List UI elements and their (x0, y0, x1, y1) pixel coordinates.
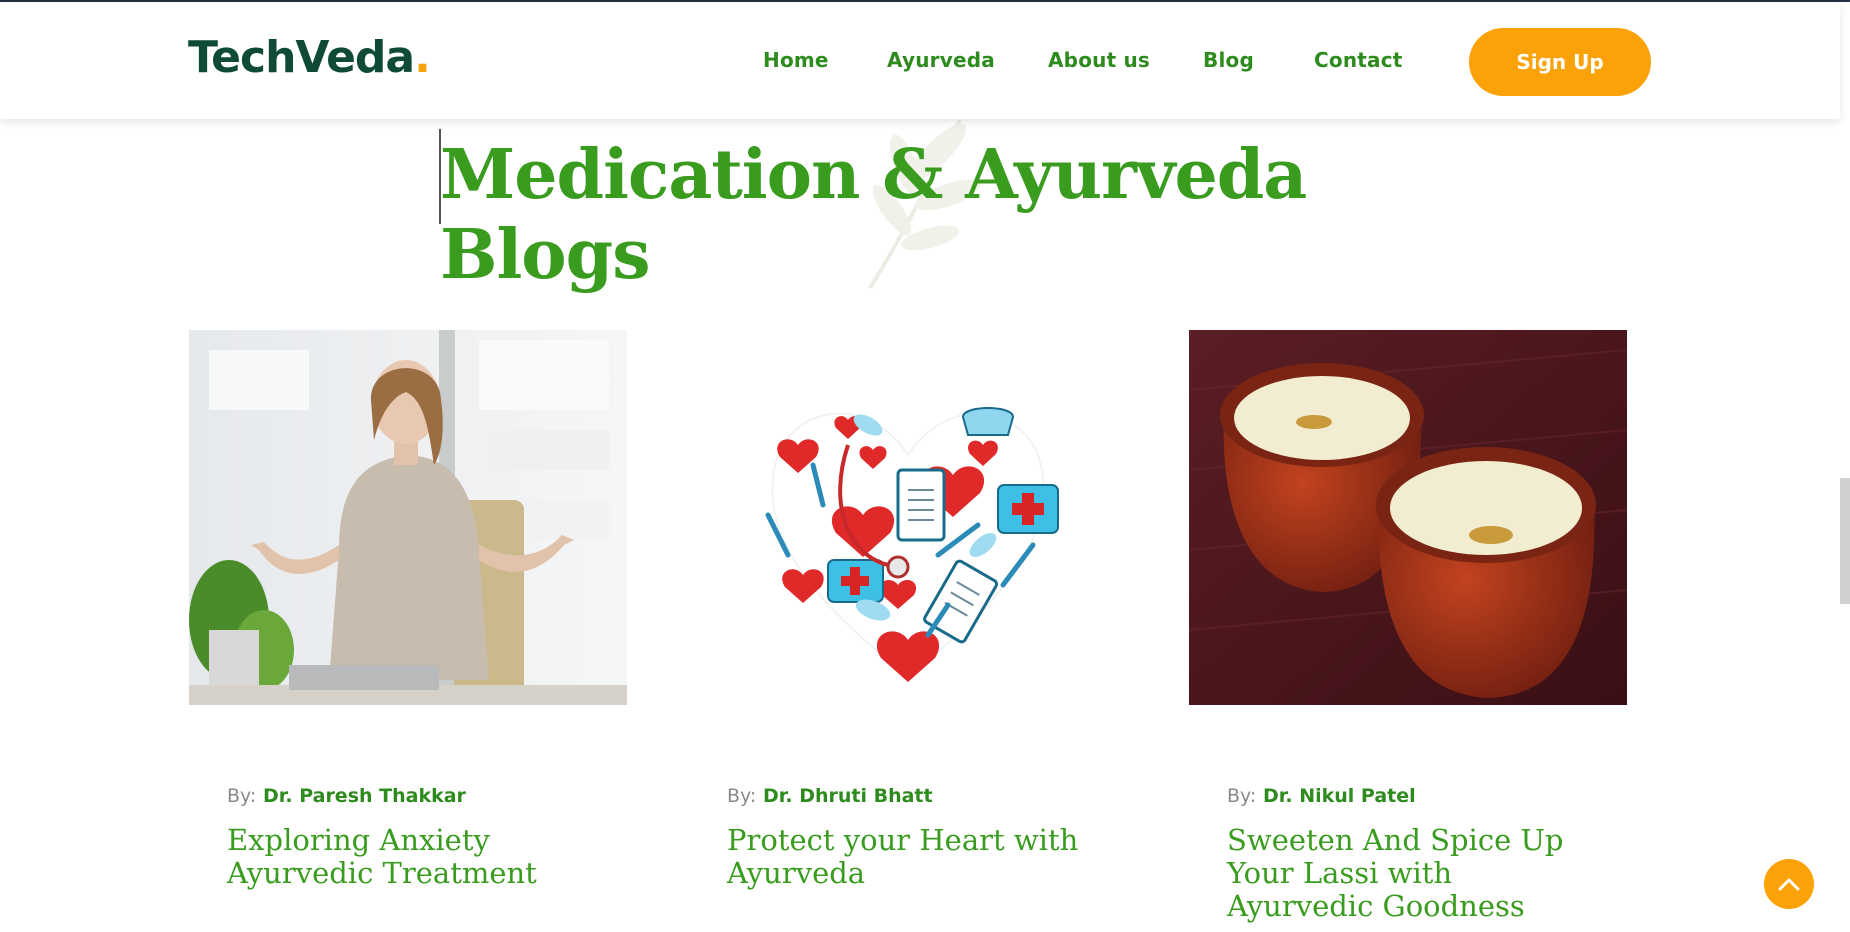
nav-home[interactable]: Home (763, 48, 829, 72)
post-author-2: By: Dr. Dhruti Bhatt (727, 785, 933, 807)
post-author-1: By: Dr. Paresh Thakkar (227, 785, 466, 807)
by-label: By: (1227, 785, 1257, 807)
site-logo[interactable]: TechVeda. (188, 32, 431, 83)
woman-meditating-photo (189, 330, 627, 705)
post-author-3: By: Dr. Nikul Patel (1227, 785, 1416, 807)
nav-blog[interactable]: Blog (1203, 48, 1254, 72)
post-title-2[interactable]: Protect your Heart with Ayurveda (727, 824, 1087, 890)
back-to-top-button[interactable] (1764, 859, 1814, 909)
post-image-lassi[interactable] (1189, 330, 1627, 705)
post-image-anxiety[interactable] (189, 330, 627, 705)
author-name[interactable]: Dr. Nikul Patel (1263, 785, 1416, 807)
signup-button[interactable]: Sign Up (1469, 28, 1651, 96)
post-image-heart[interactable] (689, 330, 1127, 705)
section-title: Medication & Ayurveda Blogs (440, 135, 1307, 295)
logo-text: TechVeda (188, 32, 415, 83)
navbar: TechVeda. Home Ayurveda About us Blog Co… (0, 2, 1840, 119)
by-label: By: (227, 785, 257, 807)
by-label: By: (727, 785, 757, 807)
author-name[interactable]: Dr. Dhruti Bhatt (763, 785, 933, 807)
lassi-clay-cups-photo (1189, 330, 1627, 705)
scrollbar-thumb[interactable] (1840, 478, 1850, 604)
nav-about-us[interactable]: About us (1048, 48, 1150, 72)
author-name[interactable]: Dr. Paresh Thakkar (263, 785, 466, 807)
text-cursor (439, 129, 441, 224)
nav-contact[interactable]: Contact (1314, 48, 1403, 72)
logo-dot: . (414, 32, 431, 83)
chevron-up-icon (1778, 878, 1800, 891)
post-title-3[interactable]: Sweeten And Spice Up Your Lassi with Ayu… (1227, 824, 1587, 923)
nav-ayurveda[interactable]: Ayurveda (887, 48, 995, 72)
heart-medical-icons-illustration (689, 330, 1127, 705)
post-title-1[interactable]: Exploring Anxiety Ayurvedic Treatment (227, 824, 587, 890)
